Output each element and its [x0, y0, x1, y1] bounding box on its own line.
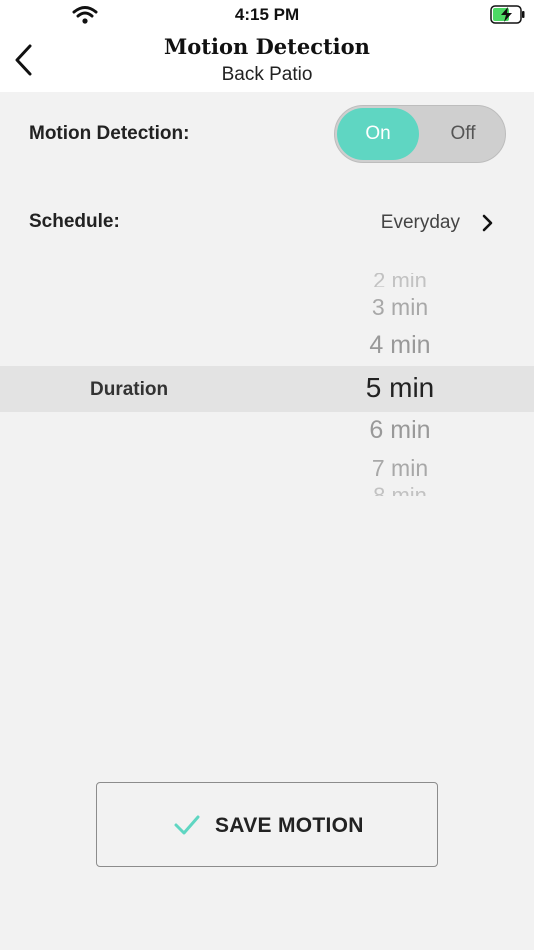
page-title: Motion Detection	[164, 34, 370, 59]
motion-detection-label: Motion Detection:	[29, 123, 190, 144]
picker-option[interactable]: 7 min	[330, 455, 470, 481]
picker-option[interactable]: 4 min	[330, 331, 470, 360]
duration-label: Duration	[90, 379, 169, 400]
picker-option-selected[interactable]: 5 min	[330, 372, 470, 404]
schedule-value[interactable]: Everyday	[340, 212, 460, 234]
picker-option[interactable]: 8 min	[330, 486, 470, 496]
page-subtitle: Back Patio	[221, 64, 313, 85]
save-motion-button[interactable]: SAVE MOTION	[96, 782, 438, 867]
schedule-label: Schedule:	[29, 211, 120, 232]
toggle-on-option[interactable]: On	[337, 108, 419, 160]
picker-option[interactable]: 2 min	[330, 273, 470, 287]
motion-detection-screen: 4:15 PM Motion Detection Back Patio Moti…	[0, 0, 534, 950]
picker-option[interactable]: 6 min	[330, 416, 470, 445]
save-motion-label: SAVE MOTION	[215, 814, 364, 837]
nav-header: Motion Detection Back Patio	[0, 30, 534, 92]
battery-charging-icon	[490, 5, 525, 24]
motion-detection-toggle[interactable]: On Off	[334, 105, 506, 163]
status-time: 4:15 PM	[234, 5, 300, 24]
toggle-off-option[interactable]: Off	[425, 108, 501, 160]
picker-option[interactable]: 3 min	[330, 294, 470, 321]
status-bar: 4:15 PM	[0, 0, 534, 30]
check-icon	[174, 815, 200, 835]
chevron-right-icon[interactable]	[480, 211, 496, 235]
